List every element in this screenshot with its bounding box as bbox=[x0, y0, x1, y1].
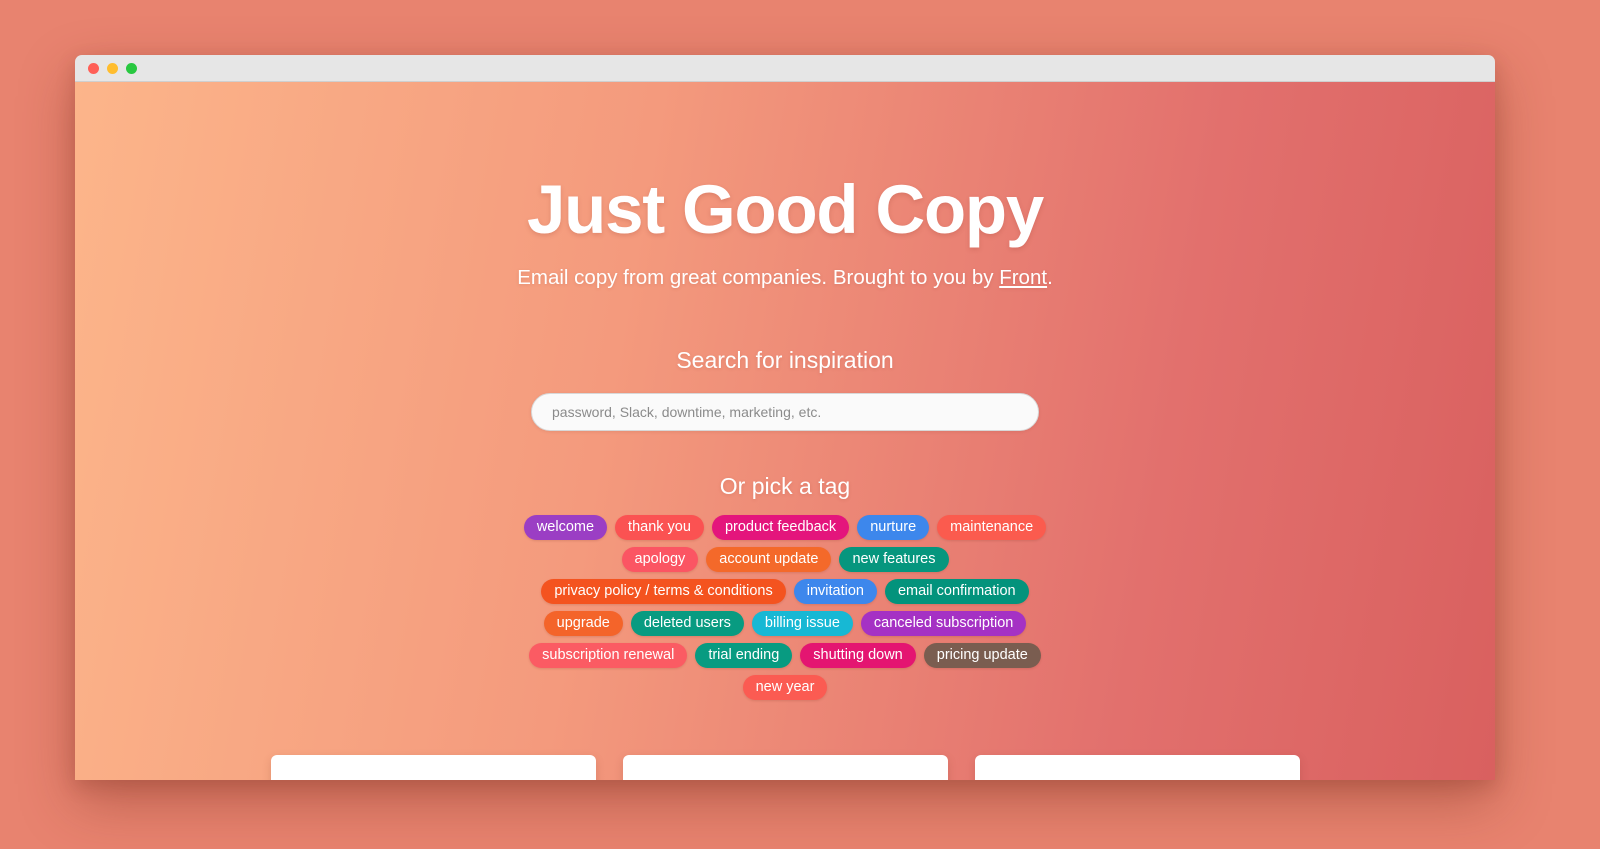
tag-trial-ending[interactable]: trial ending bbox=[695, 643, 793, 668]
tag-nurture[interactable]: nurture bbox=[857, 515, 930, 540]
tag-row: subscription renewal trial ending shutting… bbox=[529, 643, 1041, 668]
tag-apology[interactable]: apology bbox=[621, 547, 699, 572]
tagline-text-before: Email copy from great companies. Brought… bbox=[517, 266, 1000, 289]
tag-canceled-subscription[interactable]: canceled subscription bbox=[860, 611, 1027, 636]
tag-pricing-update[interactable]: pricing update bbox=[923, 643, 1041, 668]
search-label: Search for inspiration bbox=[676, 347, 894, 373]
tag-billing-issue[interactable]: billing issue bbox=[751, 611, 853, 636]
tag-upgrade[interactable]: upgrade bbox=[543, 611, 623, 636]
page-tagline: Email copy from great companies. Brought… bbox=[75, 266, 1495, 290]
tag-subscription-renewal[interactable]: subscription renewal bbox=[529, 643, 688, 668]
browser-window: Just Good Copy Email copy from great com… bbox=[75, 55, 1495, 780]
tag-row: new year bbox=[742, 675, 828, 700]
company-card-list: slack KISSFLOW grabyo bbox=[75, 755, 1495, 780]
tag-row: welcome thank you product feedback nurture m… bbox=[523, 515, 1047, 540]
company-card-grabyo[interactable]: grabyo bbox=[974, 755, 1300, 780]
front-link[interactable]: Front bbox=[999, 266, 1047, 289]
hero-section: Just Good Copy Email copy from great com… bbox=[75, 82, 1495, 290]
window-titlebar bbox=[75, 55, 1495, 82]
tag-new-features[interactable]: new features bbox=[839, 547, 949, 572]
tag-list: welcome thank you product feedback nurture m… bbox=[75, 515, 1495, 700]
tag-product-feedback[interactable]: product feedback bbox=[711, 515, 850, 540]
tag-row: upgrade deleted users billing issue cancele… bbox=[543, 611, 1027, 636]
tag-account-update[interactable]: account update bbox=[706, 547, 832, 572]
tag-maintenance[interactable]: maintenance bbox=[937, 515, 1047, 540]
company-card-slack[interactable]: slack bbox=[270, 755, 596, 780]
tag-privacy-policy-terms-conditions[interactable]: privacy policy / terms & conditions bbox=[541, 579, 786, 604]
page-content: Just Good Copy Email copy from great com… bbox=[75, 82, 1495, 780]
company-card-kissflow[interactable]: KISSFLOW bbox=[622, 755, 948, 780]
tag-deleted-users[interactable]: deleted users bbox=[630, 611, 744, 636]
tag-row: apology account update new features bbox=[621, 547, 949, 572]
tag-email-confirmation[interactable]: email confirmation bbox=[884, 579, 1029, 604]
tag-thank-you[interactable]: thank you bbox=[615, 515, 704, 540]
close-window-button[interactable] bbox=[88, 62, 99, 74]
tag-invitation[interactable]: invitation bbox=[793, 579, 877, 604]
tag-shutting-down[interactable]: shutting down bbox=[800, 643, 916, 668]
minimize-window-button[interactable] bbox=[107, 62, 118, 74]
search-container bbox=[531, 393, 1039, 431]
tag-new-year[interactable]: new year bbox=[742, 675, 828, 700]
tags-label: Or pick a tag bbox=[719, 473, 851, 499]
tag-row: privacy policy / terms & conditions invit… bbox=[541, 579, 1029, 604]
page-title: Just Good Copy bbox=[526, 171, 1044, 248]
maximize-window-button[interactable] bbox=[126, 62, 137, 74]
search-input[interactable] bbox=[531, 393, 1039, 431]
tagline-text-after: . bbox=[1047, 266, 1053, 289]
tag-welcome[interactable]: welcome bbox=[523, 515, 608, 540]
